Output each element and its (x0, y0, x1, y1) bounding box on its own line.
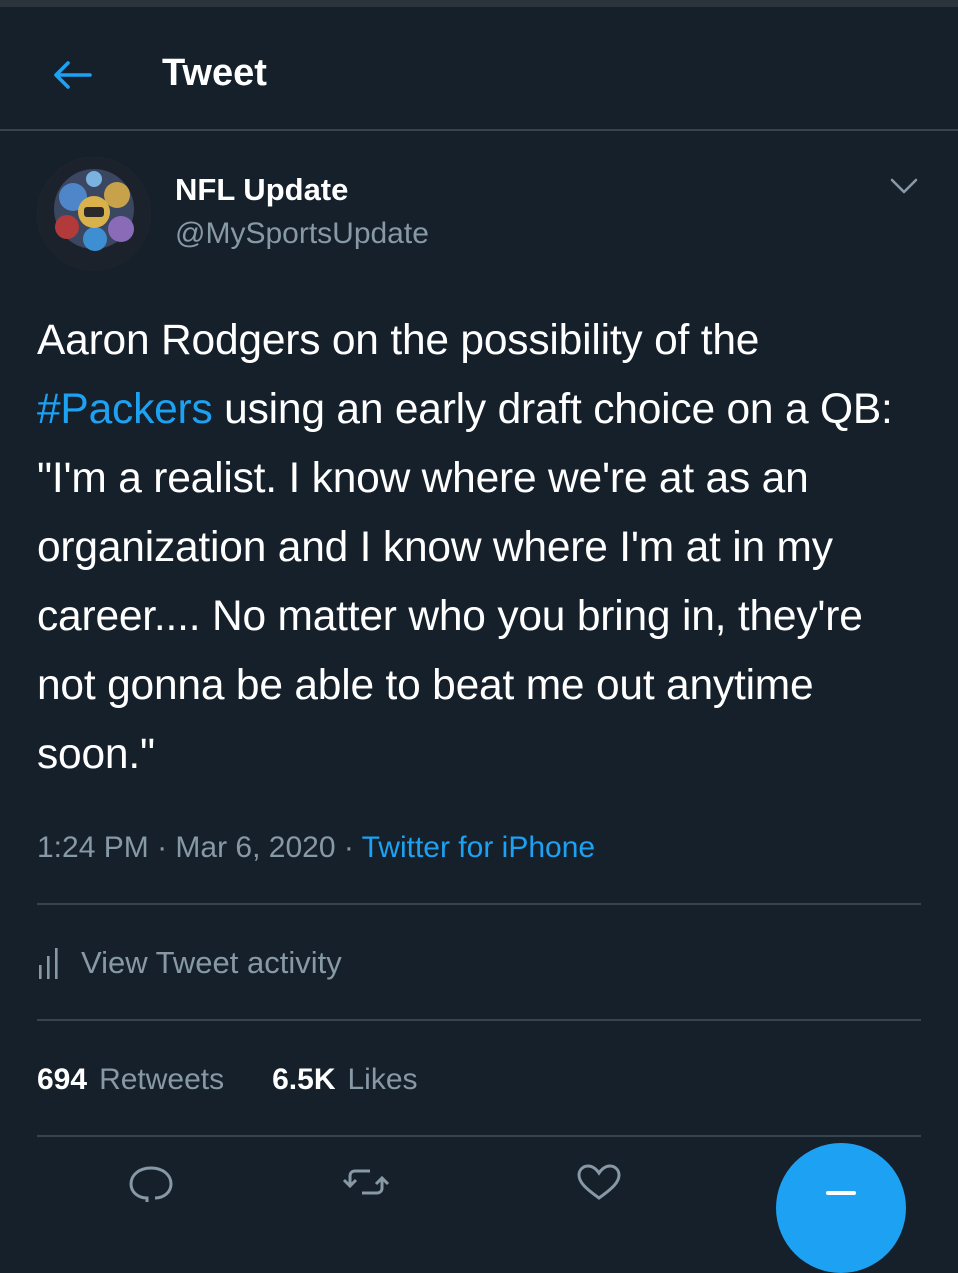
tweet-text: Aaron Rodgers on the possibility of the … (37, 306, 927, 789)
avatar-image (37, 157, 151, 271)
chevron-down-icon (890, 178, 918, 194)
view-tweet-activity-label: View Tweet activity (81, 945, 342, 980)
tweet-text-part: using an early draft choice on a QB: "I'… (37, 386, 893, 778)
view-tweet-activity-button[interactable]: View Tweet activity (37, 928, 921, 998)
back-arrow-icon (54, 61, 92, 89)
tweet-time: 1:24 PM (37, 831, 149, 864)
meta-separator: · (148, 831, 176, 864)
retweets-stat[interactable]: 694 Retweets (37, 1058, 224, 1102)
bar-chart-icon (39, 948, 58, 979)
compose-icon (826, 1191, 856, 1195)
retweet-icon[interactable] (342, 1162, 390, 1202)
compose-button[interactable] (776, 1143, 906, 1273)
likes-stat[interactable]: 6.5K Likes (272, 1058, 417, 1102)
tweet-date: Mar 6, 2020 (175, 831, 336, 864)
author-name[interactable]: NFL Update (175, 171, 348, 209)
hashtag-link[interactable]: #Packers (37, 386, 213, 433)
reply-icon[interactable] (127, 1162, 175, 1202)
page-title: Tweet (162, 52, 267, 94)
heart-icon[interactable] (575, 1162, 623, 1202)
back-button[interactable] (40, 43, 104, 107)
likes-label: Likes (347, 1063, 418, 1096)
retweets-count: 694 (37, 1063, 88, 1096)
avatar[interactable] (37, 157, 151, 271)
divider (37, 1019, 921, 1021)
tweet-stats: 694 Retweets 6.5K Likes (37, 1058, 466, 1102)
tweet-source-link[interactable]: Twitter for iPhone (362, 831, 595, 864)
tweet-meta: 1:24 PM · Mar 6, 2020 · Twitter for iPho… (37, 826, 595, 870)
divider (37, 1135, 921, 1137)
status-strip (0, 0, 958, 7)
divider (37, 903, 921, 905)
tweet-options-button[interactable] (884, 168, 924, 204)
author-handle[interactable]: @MySportsUpdate (175, 215, 429, 253)
likes-count: 6.5K (272, 1063, 336, 1096)
top-nav-bar: Tweet (0, 7, 958, 131)
meta-separator: · (335, 831, 362, 864)
tweet-text-part: Aaron Rodgers on the possibility of the (37, 317, 760, 364)
retweets-label: Retweets (99, 1063, 225, 1096)
